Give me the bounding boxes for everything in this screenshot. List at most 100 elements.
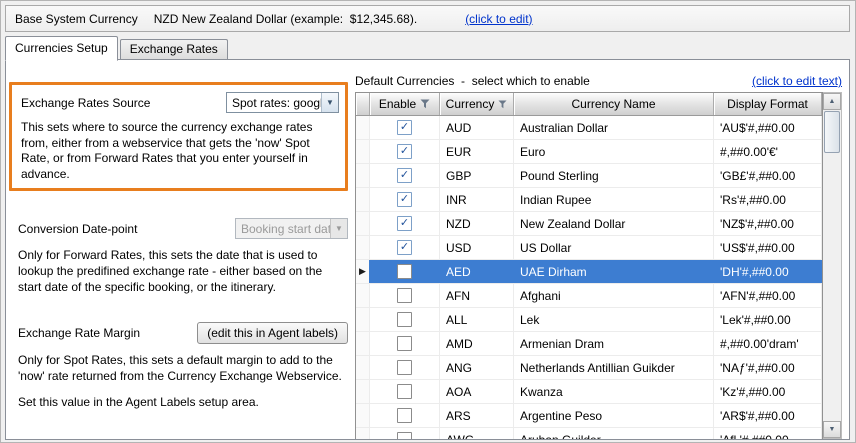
currency-row[interactable]: AWGAruban Guilder'Afl.'#,##0.00	[356, 428, 822, 439]
currency-code-cell: AOA	[440, 380, 514, 403]
currency-row[interactable]: ✓INRIndian Rupee'Rs'#,##0.00	[356, 188, 822, 212]
scrollbar-thumb[interactable]	[824, 111, 840, 153]
currency-row[interactable]: AOAKwanza'Kz'#,##0.00	[356, 380, 822, 404]
currency-name-cell: Euro	[514, 140, 714, 163]
chevron-down-icon[interactable]: ▼	[321, 93, 338, 112]
enable-checkbox[interactable]: ✓	[397, 192, 412, 207]
currency-table-rows: ✓AUDAustralian Dollar'AU$'#,##0.00✓EUREu…	[356, 116, 822, 439]
enable-cell[interactable]	[370, 356, 440, 379]
tab-currencies-setup[interactable]: Currencies Setup	[5, 36, 118, 61]
edit-text-link[interactable]: (click to edit text)	[752, 74, 842, 88]
display-format-cell: 'NAƒ'#,##0.00	[714, 356, 822, 379]
enable-checkbox[interactable]: ✓	[397, 144, 412, 159]
filter-icon[interactable]	[498, 100, 507, 109]
exchange-rates-source-select[interactable]: Spot rates: google ▼	[226, 92, 339, 113]
currency-row[interactable]: ARSArgentine Peso'AR$'#,##0.00	[356, 404, 822, 428]
scroll-down-button[interactable]: ▼	[823, 421, 841, 438]
enable-checkbox[interactable]	[397, 360, 412, 375]
enable-checkbox[interactable]: ✓	[397, 168, 412, 183]
display-format-column-header[interactable]: Display Format	[714, 93, 822, 115]
enable-cell[interactable]	[370, 404, 440, 427]
enable-cell[interactable]	[370, 308, 440, 331]
enable-column-label: Enable	[379, 97, 416, 111]
enable-cell[interactable]: ✓	[370, 140, 440, 163]
currency-code-cell: AED	[440, 260, 514, 283]
tab-bar: Currencies Setup Exchange Rates	[5, 36, 230, 60]
currency-name-cell: Netherlands Antillian Guikder	[514, 356, 714, 379]
row-marker-cell	[356, 428, 370, 439]
filter-icon[interactable]	[420, 99, 430, 109]
row-marker-cell	[356, 404, 370, 427]
enable-checkbox[interactable]	[397, 432, 412, 439]
enable-cell[interactable]: ✓	[370, 188, 440, 211]
enable-checkbox[interactable]: ✓	[397, 120, 412, 135]
currency-row[interactable]: ▶AEDUAE Dirham'DH'#,##0.00	[356, 260, 822, 284]
currency-row[interactable]: AMDArmenian Dram#,##0.00'dram'	[356, 332, 822, 356]
enable-checkbox[interactable]	[397, 288, 412, 303]
row-marker-cell	[356, 380, 370, 403]
currency-name-cell: New Zealand Dollar	[514, 212, 714, 235]
enable-cell[interactable]	[370, 332, 440, 355]
conversion-datepoint-section: Conversion Date-point Booking start date…	[18, 218, 348, 295]
default-currencies-title: Default Currencies - select which to ena…	[355, 74, 590, 88]
currency-name-cell: Kwanza	[514, 380, 714, 403]
enable-checkbox[interactable]: ✓	[397, 216, 412, 231]
enable-checkbox[interactable]: ✓	[397, 240, 412, 255]
currency-column-header[interactable]: Currency	[440, 93, 514, 115]
currency-row[interactable]: ANGNetherlands Antillian Guikder'NAƒ'#,#…	[356, 356, 822, 380]
currency-code-cell: INR	[440, 188, 514, 211]
currency-code-cell: AFN	[440, 284, 514, 307]
exchange-rates-source-section: Exchange Rates Source Spot rates: google…	[9, 82, 348, 191]
scroll-up-button[interactable]: ▲	[823, 93, 841, 110]
currency-code-cell: ARS	[440, 404, 514, 427]
currency-row[interactable]: ✓USDUS Dollar'US$'#,##0.00	[356, 236, 822, 260]
enable-cell[interactable]	[370, 284, 440, 307]
enable-column-header[interactable]: Enable	[370, 93, 440, 115]
currency-name-column-header[interactable]: Currency Name	[514, 93, 714, 115]
currency-row[interactable]: ✓EUREuro#,##0.00'€'	[356, 140, 822, 164]
currency-row[interactable]: ✓NZDNew Zealand Dollar'NZ$'#,##0.00	[356, 212, 822, 236]
row-marker-cell	[356, 140, 370, 163]
row-marker-cell	[356, 212, 370, 235]
grid-header-row: Enable Currency Currency Name Display Fo…	[356, 93, 822, 116]
enable-checkbox[interactable]	[397, 384, 412, 399]
base-currency-edit-link[interactable]: (click to edit)	[465, 12, 532, 26]
currency-row[interactable]: ✓GBPPound Sterling'GB£'#,##0.00	[356, 164, 822, 188]
display-format-cell: #,##0.00'dram'	[714, 332, 822, 355]
settings-panel: Exchange Rates Source Spot rates: google…	[18, 82, 348, 411]
enable-cell[interactable]	[370, 428, 440, 439]
conversion-datepoint-select: Booking start date ▼	[235, 218, 348, 239]
currency-table-area: Enable Currency Currency Name Display Fo…	[355, 92, 842, 439]
display-format-cell: 'NZ$'#,##0.00	[714, 212, 822, 235]
currency-row[interactable]: ✓AUDAustralian Dollar'AU$'#,##0.00	[356, 116, 822, 140]
exchange-rates-source-description: This sets where to source the currency e…	[21, 120, 339, 182]
enable-cell[interactable]: ✓	[370, 236, 440, 259]
enable-checkbox[interactable]	[397, 336, 412, 351]
enable-checkbox[interactable]	[397, 408, 412, 423]
base-currency-label: Base System Currency	[15, 12, 138, 26]
currency-name-cell: Argentine Peso	[514, 404, 714, 427]
vertical-scrollbar[interactable]: ▲ ▼	[823, 92, 842, 439]
tab-exchange-rates[interactable]: Exchange Rates	[120, 39, 228, 59]
display-format-cell: 'AR$'#,##0.00	[714, 404, 822, 427]
currency-row[interactable]: ALLLek'Lek'#,##0.00	[356, 308, 822, 332]
conversion-datepoint-row: Conversion Date-point Booking start date…	[18, 218, 348, 239]
exchange-rate-margin-label: Exchange Rate Margin	[18, 326, 140, 340]
edit-in-agent-labels-button[interactable]: (edit this in Agent labels)	[197, 322, 348, 344]
row-marker-cell	[356, 356, 370, 379]
enable-cell[interactable]: ✓	[370, 164, 440, 187]
enable-cell[interactable]: ✓	[370, 116, 440, 139]
enable-cell[interactable]	[370, 260, 440, 283]
enable-checkbox[interactable]	[397, 312, 412, 327]
currency-code-cell: AMD	[440, 332, 514, 355]
row-marker-cell	[356, 116, 370, 139]
display-format-cell: 'US$'#,##0.00	[714, 236, 822, 259]
row-marker-cell: ▶	[356, 260, 370, 283]
enable-checkbox[interactable]	[397, 264, 412, 279]
conversion-datepoint-label: Conversion Date-point	[18, 222, 137, 236]
display-format-cell: 'Lek'#,##0.00	[714, 308, 822, 331]
currency-row[interactable]: AFNAfghani'AFN'#,##0.00	[356, 284, 822, 308]
enable-cell[interactable]	[370, 380, 440, 403]
currency-code-cell: ANG	[440, 356, 514, 379]
enable-cell[interactable]: ✓	[370, 212, 440, 235]
